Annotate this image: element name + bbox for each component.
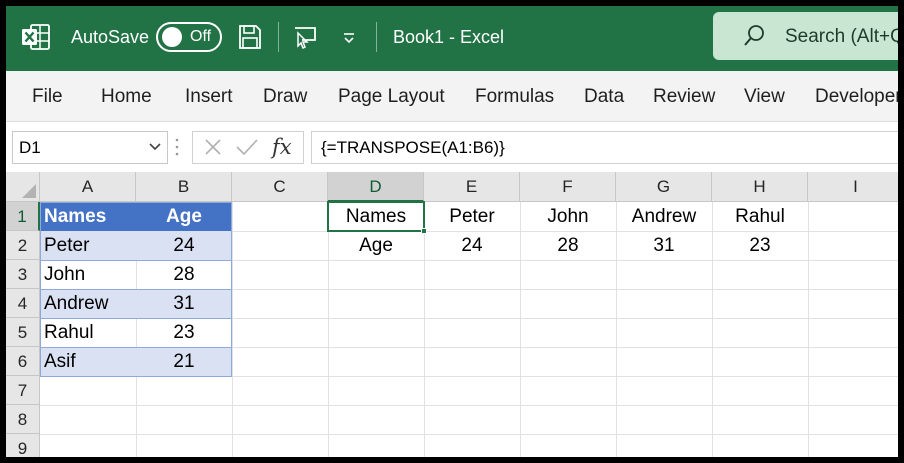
customize-toolbar-icon[interactable]: [342, 31, 356, 49]
tab-formulas[interactable]: Formulas: [475, 86, 554, 108]
row-header-3[interactable]: 3: [6, 260, 40, 289]
enter-check-icon[interactable]: [235, 137, 259, 162]
tab-developer[interactable]: Developer: [815, 86, 898, 108]
formula-bar: D1 fx {=TRANSPOSE(A1:B6)}: [6, 121, 898, 172]
name-box-value: D1: [19, 138, 41, 157]
table-cell[interactable]: Andrew: [40, 289, 136, 318]
cancel-icon[interactable]: [203, 137, 223, 162]
row-header-9[interactable]: 9: [6, 434, 40, 457]
row-header-1[interactable]: 1: [6, 202, 40, 231]
ribbon-tabs: File Home Insert Draw Page Layout Formul…: [6, 71, 898, 121]
search-placeholder: Search (Alt+Q): [785, 26, 898, 47]
tab-data[interactable]: Data: [584, 86, 624, 108]
drag-handle-icon[interactable]: [174, 137, 180, 157]
toolbar-separator: [278, 22, 279, 52]
autosave-label: AutoSave: [71, 27, 150, 47]
autosave-toggle[interactable]: Off: [156, 22, 222, 52]
table-cell[interactable]: 28: [136, 260, 232, 289]
transposed-cell[interactable]: 28: [520, 231, 616, 260]
tab-home[interactable]: Home: [101, 86, 152, 108]
column-header-g[interactable]: G: [616, 172, 712, 202]
transposed-cell[interactable]: Age: [328, 231, 424, 260]
table-header-cell[interactable]: Age: [136, 202, 232, 231]
gridline: [40, 434, 898, 435]
transposed-cell[interactable]: John: [520, 202, 616, 231]
active-cell-selection: [327, 201, 425, 232]
table-cell[interactable]: 23: [136, 318, 232, 347]
transposed-cell[interactable]: 24: [424, 231, 520, 260]
row-header-6[interactable]: 6: [6, 347, 40, 376]
transposed-cell[interactable]: 31: [616, 231, 712, 260]
tab-insert[interactable]: Insert: [185, 86, 233, 108]
gridline: [808, 202, 809, 457]
transposed-cell[interactable]: Andrew: [616, 202, 712, 231]
tab-view[interactable]: View: [744, 86, 785, 108]
autosave-state: Off: [190, 28, 212, 45]
column-header-b[interactable]: B: [136, 172, 232, 202]
search-icon: [743, 24, 765, 53]
column-header-c[interactable]: C: [232, 172, 328, 202]
table-cell[interactable]: Asif: [40, 347, 136, 376]
table-cell[interactable]: Rahul: [40, 318, 136, 347]
document-title: Book1 - Excel: [393, 27, 505, 47]
title-bar: AutoSave Off Book1 - Excel Search (Alt+Q: [6, 6, 898, 71]
column-header-h[interactable]: H: [712, 172, 808, 202]
tab-review[interactable]: Review: [653, 86, 715, 108]
tab-page-layout[interactable]: Page Layout: [338, 86, 445, 108]
row-header-4[interactable]: 4: [6, 289, 40, 318]
table-cell[interactable]: 31: [136, 289, 232, 318]
gridline: [40, 405, 898, 406]
column-header-e[interactable]: E: [424, 172, 520, 202]
touch-mode-icon[interactable]: [293, 25, 319, 54]
column-header-f[interactable]: F: [520, 172, 616, 202]
row-header-2[interactable]: 2: [6, 231, 40, 260]
row-header-7[interactable]: 7: [6, 376, 40, 405]
table-cell[interactable]: John: [40, 260, 136, 289]
save-icon[interactable]: [238, 24, 262, 55]
table-cell[interactable]: 21: [136, 347, 232, 376]
transposed-cell[interactable]: Rahul: [712, 202, 808, 231]
table-cell[interactable]: 24: [136, 231, 232, 260]
fill-handle[interactable]: [421, 228, 427, 234]
excel-logo-icon[interactable]: [22, 24, 50, 50]
column-header-i[interactable]: I: [808, 172, 898, 202]
column-header-d[interactable]: D: [328, 172, 424, 202]
tab-draw[interactable]: Draw: [263, 86, 307, 108]
formula-text: {=TRANSPOSE(A1:B6)}: [321, 138, 505, 157]
transposed-cell[interactable]: 23: [712, 231, 808, 260]
table-header-cell[interactable]: Names: [40, 202, 136, 231]
toolbar-separator: [376, 22, 377, 52]
insert-function-button[interactable]: fx: [272, 135, 292, 159]
name-box[interactable]: D1: [12, 131, 168, 164]
spreadsheet-grid[interactable]: A B C D E F G H I 1 2 3 4 5 6 7 8 9 Name…: [6, 172, 898, 457]
transposed-cell[interactable]: Peter: [424, 202, 520, 231]
excel-window: AutoSave Off Book1 - Excel Search (Alt+Q…: [6, 6, 898, 457]
tab-file[interactable]: File: [32, 86, 63, 108]
table-cell[interactable]: Peter: [40, 231, 136, 260]
gridline: [40, 376, 898, 377]
toggle-knob: [162, 27, 182, 47]
formula-buttons: fx: [192, 131, 304, 164]
gridline: [232, 202, 233, 457]
row-header-5[interactable]: 5: [6, 318, 40, 347]
column-header-a[interactable]: A: [40, 172, 136, 202]
row-header-8[interactable]: 8: [6, 405, 40, 434]
search-box[interactable]: Search (Alt+Q): [713, 12, 898, 60]
select-all-button[interactable]: [6, 172, 40, 202]
chevron-down-icon[interactable]: [148, 140, 162, 159]
formula-input[interactable]: {=TRANSPOSE(A1:B6)}: [311, 131, 898, 164]
